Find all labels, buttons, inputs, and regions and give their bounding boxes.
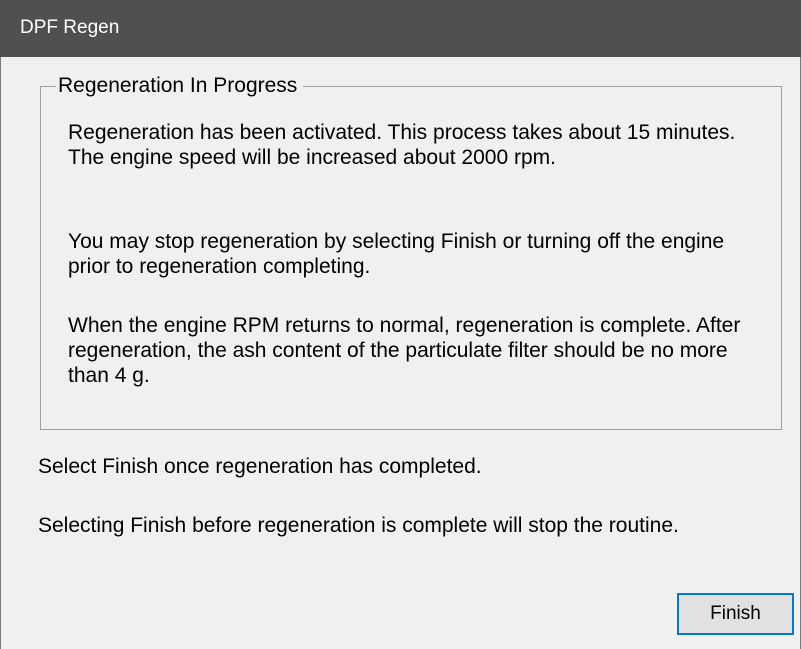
window-title: DPF Regen — [20, 17, 120, 38]
activation-info-text: Regeneration has been activated. This pr… — [68, 121, 736, 169]
dpf-regen-dialog: DPF Regen Regeneration In Progress Regen… — [0, 0, 801, 649]
stop-info-text: You may stop regeneration by selecting F… — [68, 230, 725, 278]
title-bar[interactable]: DPF Regen — [0, 0, 801, 57]
completion-info-text: When the engine RPM returns to normal, r… — [68, 314, 741, 387]
finish-warning-text: Selecting Finish before regeneration is … — [38, 514, 679, 537]
group-box-label: Regeneration In Progress — [56, 74, 304, 98]
finish-button[interactable]: Finish — [677, 593, 794, 635]
finish-instruction-text: Select Finish once regeneration has comp… — [38, 455, 482, 478]
